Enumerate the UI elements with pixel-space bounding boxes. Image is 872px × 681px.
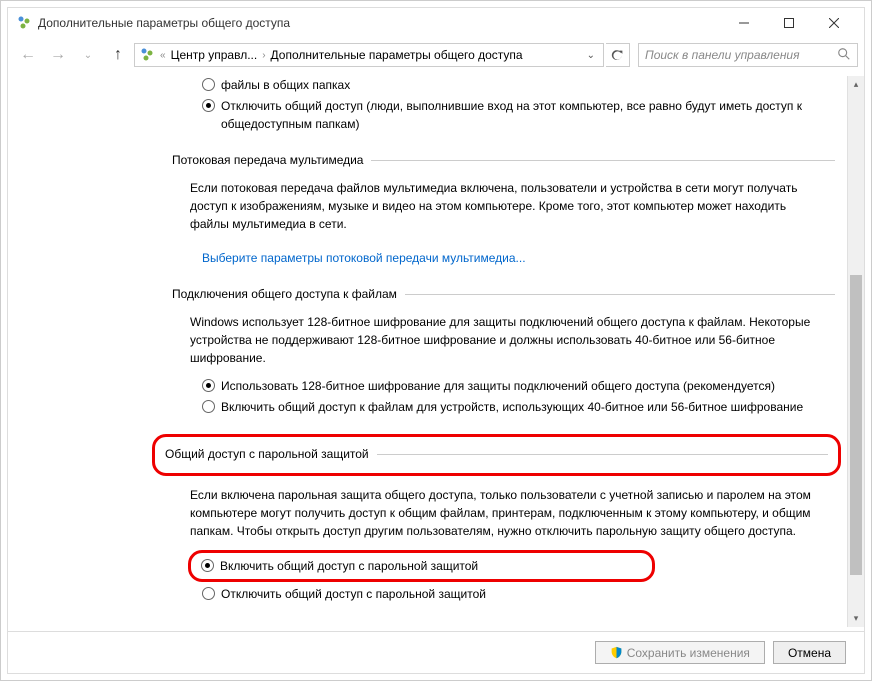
close-button[interactable] <box>811 9 856 37</box>
content-area: файлы в общих папках Отключить общий дос… <box>8 72 864 631</box>
radio-password-on[interactable]: Включить общий доступ с парольной защито… <box>201 557 642 575</box>
radio-public-folder-off[interactable]: Отключить общий доступ (люди, выполнивши… <box>202 97 835 133</box>
radio-icon <box>202 78 215 91</box>
window-frame: Дополнительные параметры общего доступа … <box>0 0 872 681</box>
refresh-button[interactable] <box>606 43 630 67</box>
scroll-thumb[interactable] <box>850 275 862 575</box>
section-password-desc: Если включена парольная защита общего до… <box>190 486 825 540</box>
vertical-scrollbar[interactable]: ▴ ▾ <box>847 76 864 627</box>
search-box[interactable] <box>638 43 858 67</box>
highlight-password-section: Общий доступ с парольной защитой <box>152 434 841 476</box>
breadcrumb-part-1[interactable]: Центр управл... <box>171 48 258 62</box>
forward-button[interactable]: → <box>44 41 72 69</box>
app-icon <box>16 15 32 31</box>
section-media-desc: Если потоковая передача файлов мультимед… <box>190 179 825 233</box>
radio-icon <box>202 587 215 600</box>
highlight-password-radio: Включить общий доступ с парольной защито… <box>188 550 655 582</box>
breadcrumb[interactable]: « Центр управл... › Дополнительные парам… <box>134 43 604 67</box>
radio-encryption-40[interactable]: Включить общий доступ к файлам для устро… <box>202 398 835 416</box>
scroll-up-button[interactable]: ▴ <box>848 76 864 93</box>
breadcrumb-dropdown[interactable]: ⌄ <box>583 50 599 61</box>
section-password-header: Общий доступ с парольной защитой <box>165 445 369 463</box>
radio-label: Отключить общий доступ (люди, выполнивши… <box>221 97 835 133</box>
radio-label: Включить общий доступ к файлам для устро… <box>221 398 835 416</box>
navigation-bar: ← → ⌄ ↑ « Центр управл... › Дополнительн… <box>8 38 864 72</box>
radio-icon <box>202 99 215 112</box>
save-button[interactable]: Сохранить изменения <box>595 641 765 664</box>
shield-icon <box>610 646 623 659</box>
scroll-down-button[interactable]: ▾ <box>848 610 864 627</box>
radio-label: Включить общий доступ с парольной защито… <box>220 557 642 575</box>
up-button[interactable]: ↑ <box>104 41 132 69</box>
section-media-header: Потоковая передача мультимедиа <box>172 151 835 169</box>
search-input[interactable] <box>645 48 837 62</box>
radio-icon <box>201 559 214 572</box>
save-label: Сохранить изменения <box>627 646 750 660</box>
radio-password-off[interactable]: Отключить общий доступ с парольной защит… <box>202 585 835 603</box>
breadcrumb-part-2[interactable]: Дополнительные параметры общего доступа <box>271 48 523 62</box>
maximize-button[interactable] <box>766 9 811 37</box>
radio-label: файлы в общих папках <box>221 76 835 94</box>
media-settings-link[interactable]: Выберите параметры потоковой передачи му… <box>202 249 526 267</box>
radio-label: Использовать 128-битное шифрование для з… <box>221 377 835 395</box>
scroll-track[interactable] <box>848 93 864 610</box>
history-dropdown[interactable]: ⌄ <box>74 41 102 69</box>
section-encryption-header: Подключения общего доступа к файлам <box>172 285 835 303</box>
search-icon <box>837 47 851 64</box>
radio-icon <box>202 400 215 413</box>
radio-icon <box>202 379 215 392</box>
radio-encryption-128[interactable]: Использовать 128-битное шифрование для з… <box>202 377 835 395</box>
bottom-toolbar: Сохранить изменения Отмена <box>8 631 864 673</box>
cancel-button[interactable]: Отмена <box>773 641 846 664</box>
title-bar: Дополнительные параметры общего доступа <box>8 8 864 38</box>
window-title: Дополнительные параметры общего доступа <box>38 16 721 30</box>
cancel-label: Отмена <box>788 646 831 660</box>
minimize-button[interactable] <box>721 9 766 37</box>
back-button[interactable]: ← <box>14 41 42 69</box>
network-icon <box>139 47 155 63</box>
section-encryption-desc: Windows использует 128-битное шифрование… <box>190 313 825 367</box>
radio-label: Отключить общий доступ с парольной защит… <box>221 585 835 603</box>
radio-public-folder-on[interactable]: файлы в общих папках <box>202 76 835 94</box>
